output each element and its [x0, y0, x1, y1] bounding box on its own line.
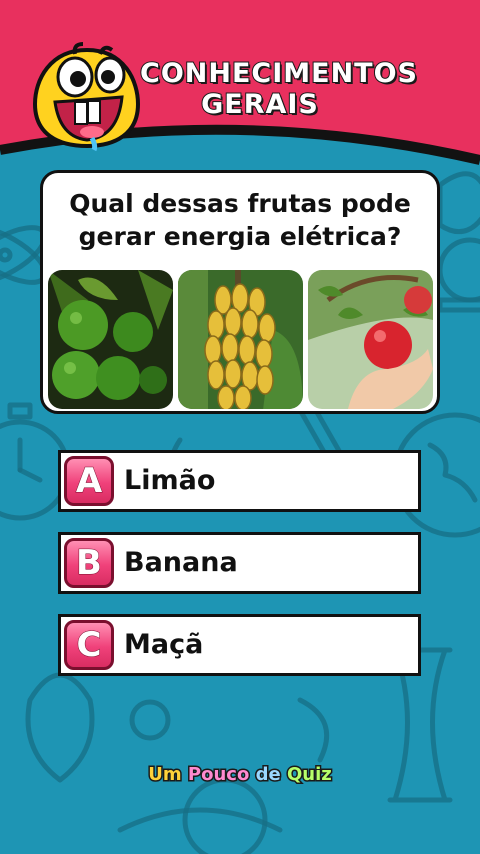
answer-a-label: Limão	[124, 465, 216, 496]
answer-option-b[interactable]: B Banana	[58, 532, 421, 594]
question-card: Qual dessas frutas pode gerar energia el…	[40, 170, 440, 414]
brand-watermark: Um Pouco de Quiz	[0, 763, 480, 787]
answer-c-label: Maçã	[124, 629, 204, 660]
question-text: Qual dessas frutas pode gerar energia el…	[69, 189, 411, 251]
apple-photo	[308, 270, 433, 409]
brand-word-2: Pouco	[186, 763, 250, 787]
answer-c-badge: C	[64, 620, 114, 670]
bananas-photo	[178, 270, 303, 409]
answer-a-badge: A	[64, 456, 114, 506]
header-title-line2: GERAIS	[200, 88, 319, 121]
header-title-line1: CONHECIMENTOS	[139, 57, 418, 90]
answer-option-c[interactable]: C Maçã	[58, 614, 421, 676]
mascot-icon	[32, 42, 141, 152]
answer-b-label: Banana	[124, 547, 238, 578]
header-banner: CONHECIMENTOS GERAIS	[0, 0, 480, 165]
header-title: CONHECIMENTOS GERAIS	[139, 57, 418, 121]
answer-b-badge: B	[64, 538, 114, 588]
brand-word-3: de	[254, 763, 282, 787]
limes-photo	[48, 270, 173, 409]
brand-word-1: Um	[147, 763, 183, 787]
answer-option-a[interactable]: A Limão	[58, 450, 421, 512]
brand-word-4: Quiz	[285, 763, 333, 787]
